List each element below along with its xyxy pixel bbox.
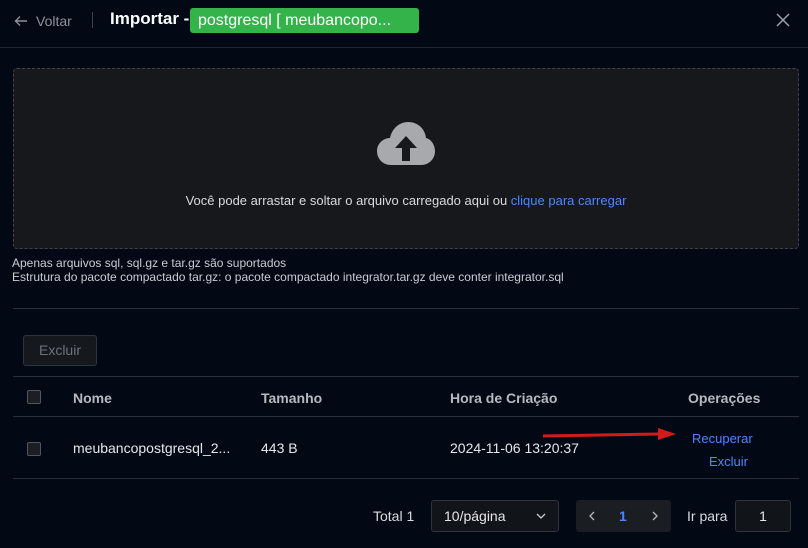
page-size-value: 10/página [444,508,506,524]
delete-link[interactable]: Excluir [709,454,748,469]
chevron-down-icon [536,513,546,519]
cloud-upload-icon [377,122,435,165]
page-title: Importar - [110,9,190,28]
column-name: Nome [73,390,112,406]
package-structure-hint: Estrutura do pacote compactado tar.gz: o… [12,270,564,284]
upload-dropzone[interactable]: Você pode arrastar e soltar o arquivo ca… [13,68,799,249]
backup-table: Nome Tamanho Hora de Criação Operações m… [13,376,799,479]
file-size: 443 B [261,440,298,456]
column-operations: Operações [688,390,761,406]
back-label: Voltar [36,13,72,29]
upload-text: Você pode arrastar e soltar o arquivo ca… [185,193,511,208]
chevron-left-icon[interactable] [587,511,597,521]
table-header: Nome Tamanho Hora de Criação Operações [13,376,799,417]
click-to-upload-link[interactable]: clique para carregar [511,193,627,208]
table-row: meubancopostgresql_2... 443 B 2024-11-06… [13,417,799,479]
supported-formats-hint: Apenas arquivos sql, sql.gz e tar.gz são… [12,256,287,270]
goto-page-input[interactable] [735,500,791,532]
bulk-delete-button[interactable]: Excluir [23,335,97,366]
arrow-left-icon [14,16,27,26]
upload-instructions: Você pode arrastar e soltar o arquivo ca… [14,193,798,208]
page-navigator: 1 [576,500,671,532]
file-name: meubancopostgresql_2... [73,440,231,456]
recover-link[interactable]: Recuperar [692,431,753,446]
chevron-right-icon[interactable] [650,511,660,521]
page-size-select[interactable]: 10/página [431,500,559,532]
column-created: Hora de Criação [450,390,558,406]
current-page[interactable]: 1 [619,508,627,524]
header-divider [92,12,93,28]
select-all-checkbox[interactable] [27,390,41,404]
section-divider [13,308,799,309]
goto-label: Ir para [687,508,728,524]
close-icon[interactable] [775,12,791,28]
database-badge: postgresql [ meubancopo... [190,8,419,33]
annotation-arrow-icon [542,428,676,440]
back-button[interactable]: Voltar [14,11,72,31]
file-created: 2024-11-06 13:20:37 [450,440,579,456]
pagination-total: Total 1 [373,508,415,524]
row-checkbox[interactable] [27,442,41,456]
column-size: Tamanho [261,390,323,406]
dialog-header: Voltar Importar - postgresql [ meubancop… [0,0,808,48]
